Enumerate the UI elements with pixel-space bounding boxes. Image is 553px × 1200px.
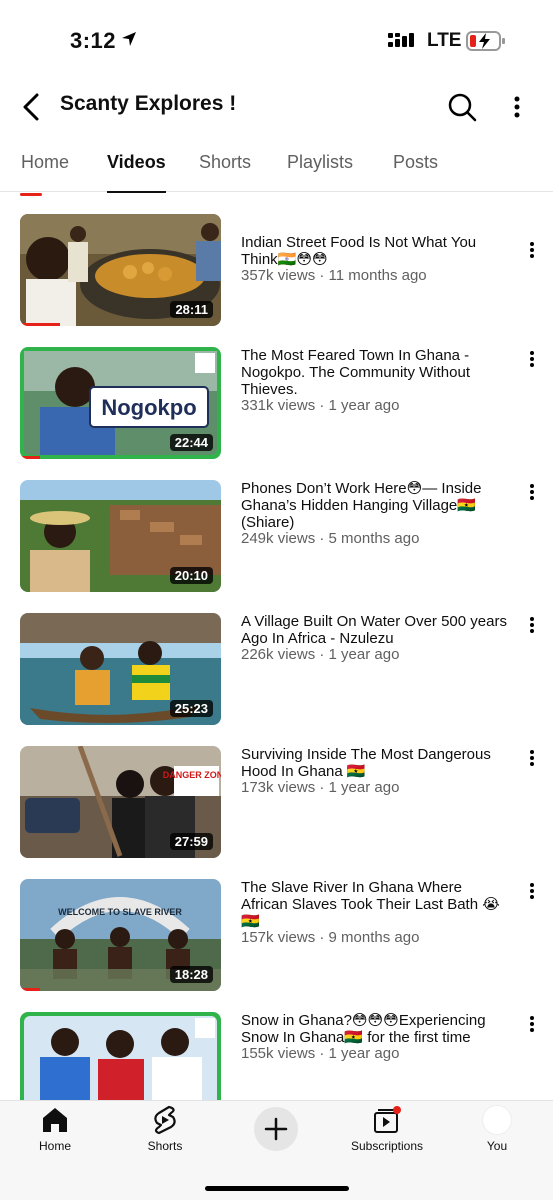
video-more-button[interactable] [520, 746, 544, 770]
video-meta: 357k views · 11 months ago [241, 267, 427, 284]
back-arrow-icon [23, 93, 39, 121]
more-options-button[interactable] [504, 88, 530, 126]
video-duration: 22:44 [169, 434, 213, 451]
video-thumbnail[interactable]: Nogokpo 22:44 [20, 347, 221, 459]
previous-item-progress [20, 193, 42, 196]
home-indicator [205, 1186, 349, 1191]
channel-header: Scanty Explores ! [0, 80, 553, 136]
video-title[interactable]: Snow in Ghana?😳😳😳Experiencing Snow In Gh… [241, 1012, 511, 1046]
thumbnail-image [20, 1012, 221, 1100]
more-vert-icon [530, 750, 534, 766]
watch-progress-bar [20, 456, 41, 459]
more-vert-icon [530, 242, 534, 258]
video-title[interactable]: The Most Feared Town In Ghana - Nogokpo.… [241, 347, 511, 398]
video-thumbnail[interactable]: 20:10 [20, 480, 221, 592]
list-item[interactable]: WELCOME TO SLAVE RIVER 18:28 The Slave R… [0, 879, 553, 999]
nav-you[interactable]: You [472, 1101, 522, 1161]
video-more-button[interactable] [520, 613, 544, 637]
video-meta: 331k views · 1 year ago [241, 397, 400, 414]
thumbnail-text: WELCOME TO SLAVE RIVER [58, 907, 182, 917]
list-item[interactable]: DANGER ZONE 27:59 Surviving Inside The M… [0, 746, 553, 866]
tab-videos[interactable]: Videos [107, 152, 166, 193]
more-vert-icon [530, 883, 534, 899]
video-meta: 155k views · 1 year ago [241, 1045, 400, 1062]
create-button[interactable] [254, 1107, 298, 1151]
video-duration: 25:23 [169, 700, 213, 717]
nav-label: You [486, 1139, 508, 1153]
more-vert-icon [530, 617, 534, 633]
video-duration: 28:11 [170, 301, 213, 318]
more-vert-icon [530, 484, 534, 500]
video-title[interactable]: Indian Street Food Is Not What You Think… [241, 234, 511, 268]
video-more-button[interactable] [520, 238, 544, 262]
tab-home[interactable]: Home [21, 152, 69, 192]
battery-charging-icon [466, 31, 505, 51]
channel-tabs: Home Videos Shorts Playlists Posts [0, 140, 553, 193]
video-list: 28:11 Indian Street Food Is Not What You… [0, 193, 553, 1100]
video-duration: 27:59 [169, 833, 213, 850]
avatar [482, 1105, 512, 1135]
search-icon [448, 93, 477, 122]
video-more-button[interactable] [520, 480, 544, 504]
nav-subscriptions[interactable]: Subscriptions [346, 1101, 428, 1161]
list-item[interactable]: Snow in Ghana?😳😳😳Experiencing Snow In Gh… [0, 1012, 553, 1100]
nav-label: Subscriptions [350, 1139, 424, 1153]
watch-progress-bar [20, 988, 41, 991]
search-button[interactable] [444, 88, 480, 126]
back-button[interactable] [14, 88, 48, 126]
list-item[interactable]: 25:23 A Village Built On Water Over 500 … [0, 613, 553, 733]
status-time: 3:12 [70, 28, 117, 53]
home-icon [40, 1105, 70, 1135]
plus-icon [264, 1117, 288, 1141]
video-title[interactable]: The Slave River In Ghana Where African S… [241, 879, 511, 930]
signal-icon [388, 33, 414, 47]
tab-shorts[interactable]: Shorts [199, 152, 251, 192]
location-arrow-icon [122, 32, 136, 46]
video-more-button[interactable] [520, 347, 544, 371]
subscriptions-icon [372, 1105, 402, 1135]
more-vert-icon [530, 351, 534, 367]
thumbnail-text: Nogokpo [101, 395, 196, 420]
video-title[interactable]: A Village Built On Water Over 500 years … [241, 613, 511, 647]
network-type: LTE [427, 30, 462, 51]
video-duration: 20:10 [169, 567, 213, 584]
video-thumbnail[interactable]: 28:11 [20, 214, 221, 326]
list-item[interactable]: 20:10 Phones Don’t Work Here😳— Inside Gh… [0, 480, 553, 600]
list-item[interactable]: Nogokpo 22:44 The Most Feared Town In Gh… [0, 347, 553, 467]
video-thumbnail[interactable] [20, 1012, 221, 1100]
video-more-button[interactable] [520, 879, 544, 903]
nav-home[interactable]: Home [30, 1101, 80, 1161]
status-bar: 3:12 LTE [0, 0, 553, 80]
video-meta: 157k views · 9 months ago [241, 929, 420, 946]
thumbnail-text: DANGER ZONE [163, 770, 221, 780]
tab-posts[interactable]: Posts [393, 152, 438, 192]
shorts-icon [150, 1105, 180, 1135]
bottom-navigation: Home Shorts Subscriptions You [0, 1100, 553, 1200]
video-thumbnail[interactable]: DANGER ZONE 27:59 [20, 746, 221, 858]
nav-label: Shorts [147, 1139, 183, 1153]
nav-label: Home [38, 1139, 71, 1153]
video-meta: 226k views · 1 year ago [241, 646, 400, 663]
video-thumbnail[interactable]: WELCOME TO SLAVE RIVER 18:28 [20, 879, 221, 991]
video-duration: 18:28 [169, 966, 213, 983]
video-title[interactable]: Surviving Inside The Most Dangerous Hood… [241, 746, 511, 780]
more-vert-icon [530, 1016, 534, 1032]
video-title[interactable]: Phones Don’t Work Here😳— Inside Ghana’s … [241, 480, 511, 531]
tab-playlists[interactable]: Playlists [287, 152, 353, 192]
nav-shorts[interactable]: Shorts [140, 1101, 190, 1161]
video-more-button[interactable] [520, 1012, 544, 1036]
video-meta: 173k views · 1 year ago [241, 779, 400, 796]
more-vert-icon [514, 96, 520, 118]
video-meta: 249k views · 5 months ago [241, 530, 420, 547]
watch-progress-bar [20, 323, 61, 326]
list-item[interactable]: 28:11 Indian Street Food Is Not What You… [0, 214, 553, 334]
channel-title: Scanty Explores ! [60, 92, 237, 115]
video-thumbnail[interactable]: 25:23 [20, 613, 221, 725]
